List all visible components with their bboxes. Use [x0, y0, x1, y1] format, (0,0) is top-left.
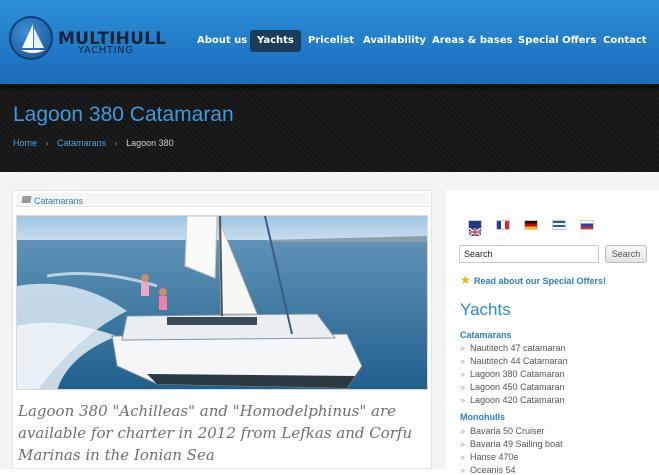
chevron-right-icon: » [460, 426, 466, 436]
breadcrumb-home[interactable]: Home [13, 138, 37, 148]
chevron-right-icon: » [460, 343, 466, 353]
french-flag-icon[interactable] [496, 220, 510, 230]
breadcrumb-separator-icon: › [114, 138, 118, 148]
nav-pricelist[interactable]: Pricelist [308, 30, 354, 52]
breadcrumb-catamarans[interactable]: Catamarans [57, 138, 106, 148]
breadcrumb-current: Lagoon 380 [126, 138, 174, 148]
list-item[interactable]: » Hanse 470e [460, 452, 519, 462]
star-icon: ★ [460, 273, 471, 287]
chevron-right-icon: » [460, 382, 466, 392]
intro-text: Lagoon 380 "Achilleas" and "Homodelphinu… [18, 402, 413, 464]
list-item[interactable]: » Lagoon 450 Catamaran [460, 382, 565, 392]
list-item[interactable]: » Bavaria 49 Sailing boat [460, 439, 563, 449]
logo-icon[interactable] [9, 16, 53, 60]
special-offers-link[interactable]: Read about our Special Offers! [474, 276, 606, 286]
search-button[interactable]: Search [605, 245, 647, 263]
header-shadow [0, 84, 659, 92]
list-item[interactable]: » Lagoon 380 Catamaran [460, 369, 565, 379]
nav-special-offers[interactable]: Special Offers [518, 30, 596, 52]
list-item[interactable]: » Oceanis 54 [460, 465, 516, 475]
list-item[interactable]: » Bavaria 50 Cruiser [460, 426, 545, 436]
chevron-right-icon: » [460, 465, 466, 475]
breadcrumb: Home › Catamarans › Lagoon 380 [13, 138, 174, 148]
russian-flag-icon[interactable] [580, 220, 594, 230]
nav-contact[interactable]: Contact [603, 30, 647, 52]
yacht-photo [16, 215, 428, 390]
chevron-right-icon: » [460, 439, 466, 449]
title-band [0, 84, 659, 172]
nav-yachts[interactable]: Yachts [250, 30, 301, 52]
chevron-right-icon: » [460, 356, 466, 366]
list-item[interactable]: » Nautitech 47 catamaran [460, 343, 566, 353]
nav-areas-bases[interactable]: Areas & bases [432, 30, 512, 52]
breadcrumb-separator-icon: › [45, 138, 49, 148]
nav-about-us[interactable]: About us [197, 30, 247, 52]
category-link[interactable]: Catamarans [34, 196, 83, 206]
chevron-right-icon: » [460, 452, 466, 462]
page-title: Lagoon 380 Catamaran [13, 103, 234, 126]
chevron-right-icon: » [460, 395, 466, 405]
chevron-right-icon: » [460, 369, 466, 379]
group-heading-monohulls[interactable]: Monohulls [460, 412, 505, 422]
english-flag-icon[interactable] [468, 220, 482, 237]
group-heading-catamarans[interactable]: Catamarans [460, 330, 512, 340]
german-flag-icon[interactable] [524, 220, 538, 230]
yachts-heading: Yachts [460, 300, 511, 319]
greek-flag-icon[interactable] [552, 220, 566, 230]
list-item[interactable]: » Nautitech 44 Catamaran [460, 356, 568, 366]
nav-availability[interactable]: Availability [363, 30, 426, 52]
brand-subtitle: YACHTING [78, 45, 134, 56]
list-item[interactable]: » Lagoon 420 Catamaran [460, 395, 565, 405]
tag-icon [21, 196, 32, 203]
search-input[interactable] [459, 245, 599, 263]
